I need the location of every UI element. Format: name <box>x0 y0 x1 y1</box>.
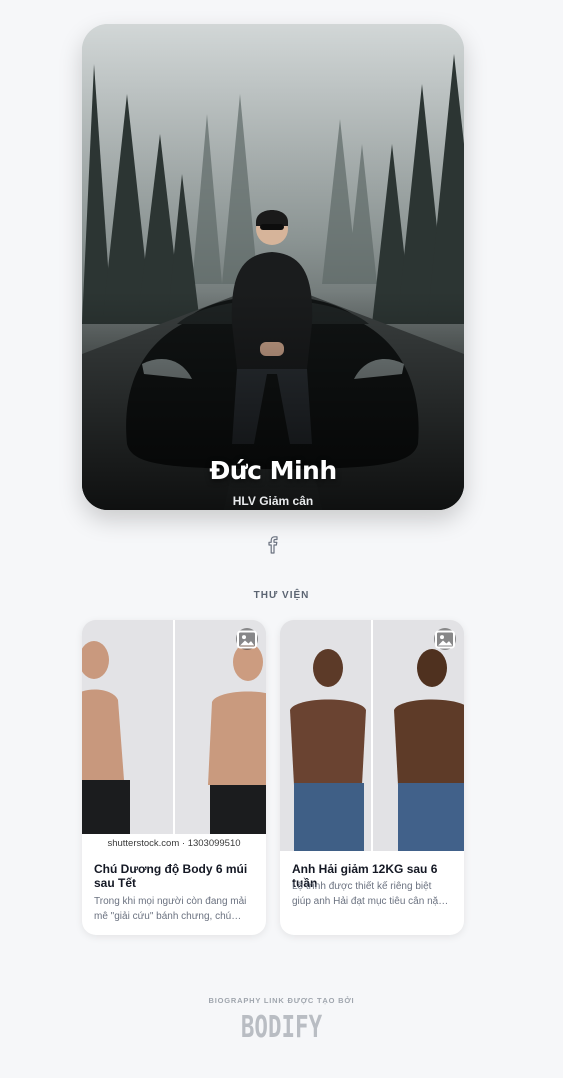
facebook-link[interactable] <box>262 534 284 556</box>
footer-brand-logo[interactable]: BODIFY <box>70 1010 492 1045</box>
gallery-card[interactable]: Anh Hải giảm 12KG sau 6 tuần Lộ trình đư… <box>280 620 464 935</box>
image-icon <box>434 628 456 650</box>
watermark-caption: shutterstock.com · 1303099510 <box>107 838 240 849</box>
profile-card: Đức Minh HLV Giảm cân <box>82 24 464 510</box>
image-icon <box>236 628 258 650</box>
gallery-card-description: Trong khi mọi người còn đang mải mê "giả… <box>94 896 247 922</box>
gallery-card-image <box>280 620 464 851</box>
gallery-heading: THƯ VIỆN <box>253 590 310 601</box>
footer-label: BIOGRAPHY LINK ĐƯỢC TẠO BỞI <box>208 996 355 1005</box>
profile-cover-photo <box>82 24 464 510</box>
facebook-icon <box>268 536 278 554</box>
profile-name: Đức Minh <box>209 456 337 485</box>
gallery-card-description: Lộ trình được thiết kế riêng biệt giúp a… <box>292 881 450 907</box>
gallery-card-image: shutterstock.com · 1303099510 <box>82 620 266 851</box>
profile-title: HLV Giảm cân <box>232 494 314 508</box>
gallery-card-title: Chú Dương độ Body 6 múi sau Tết <box>94 862 248 890</box>
page: Đức Minh HLV Giảm cân THƯ VIỆN shutterst… <box>0 0 563 1078</box>
gallery-card[interactable]: shutterstock.com · 1303099510 Chú Dương … <box>82 620 266 935</box>
